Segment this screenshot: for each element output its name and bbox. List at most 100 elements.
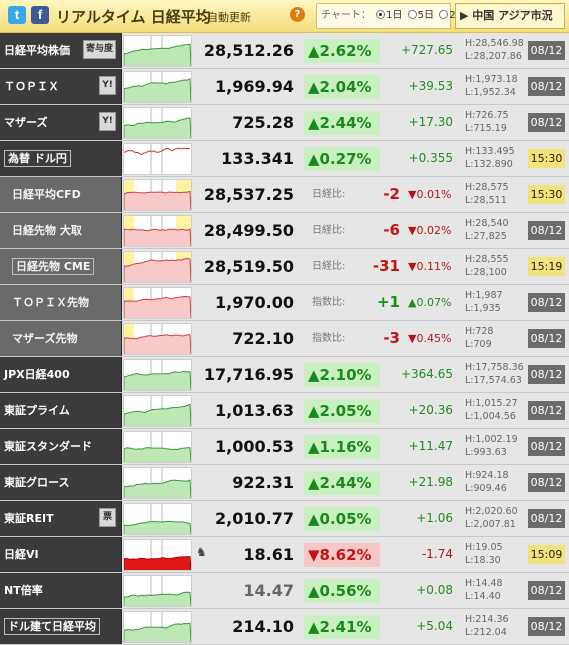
sparkline-area [124, 228, 191, 246]
high-low: H:726.75 L:715.19 [465, 109, 527, 135]
china-asia-market-link[interactable]: ▶ 中国 アジア市況 [455, 3, 565, 29]
table-row[interactable]: 東証プライム 1,013.63 ▲2.05% +20.36 H:1,015.27 L:1,… [0, 393, 569, 429]
instrument-name[interactable]: ＴＯＰＩＸ Y! [0, 69, 122, 104]
high-value: H:728 [465, 326, 494, 337]
radio-selected-icon [376, 10, 386, 19]
table-row[interactable]: 日経平均CFD 28,537.25 日経比: -2 ▼0.01% H:28,575 L:28… [0, 177, 569, 213]
table-row[interactable]: マザーズ先物 722.10 指数比: -3 ▼0.45% H:728 L:709 08/12 [0, 321, 569, 357]
spread-value: +1 [376, 293, 400, 311]
instrument-name[interactable]: マザーズ Y! [0, 105, 122, 140]
table-row[interactable]: JPX日経400 17,716.95 ▲2.10% +364.65 H:17,758.3… [0, 357, 569, 393]
instrument-name[interactable]: 日経平均CFD [0, 177, 122, 212]
spread-percent: ▼0.45% [408, 332, 452, 345]
table-row[interactable]: ＴＯＰＩＸ Y! 1,969.94 ▲2.04% +39.53 H:1,973.18 L:1… [0, 69, 569, 105]
update-time-badge: 08/12 [528, 401, 565, 420]
instrument-name[interactable]: 日経VI [0, 537, 122, 572]
table-row[interactable]: 日経先物 大取 28,499.50 日経比: -6 ▼0.02% H:28,540 L:27… [0, 213, 569, 249]
instrument-name[interactable]: 日経先物 大取 [0, 213, 122, 248]
mini-chart[interactable] [123, 107, 192, 139]
high-value: H:1,973.18 [465, 74, 518, 85]
high-low: H:728 L:709 [465, 325, 527, 351]
percent-change: ▲1.16% [304, 435, 380, 459]
table-row[interactable]: ＴＯＰＩＸ先物 1,970.00 指数比: +1 ▲0.07% H:1,987 L:1,93… [0, 285, 569, 321]
high-low: H:28,575 L:28,511 [465, 181, 527, 207]
instrument-name[interactable]: 東証REIT 票 [0, 501, 122, 536]
chart-range-option-5d[interactable]: 5日 [407, 10, 434, 21]
sparkline-area [124, 479, 191, 498]
spread-value: -3 [383, 329, 400, 347]
table-row[interactable]: マザーズ Y! 725.28 ▲2.44% +17.30 H:726.75 L:715.19… [0, 105, 569, 141]
update-time-badge: 08/12 [528, 329, 565, 348]
sparkline [124, 288, 191, 318]
mini-chart[interactable] [123, 359, 192, 391]
mini-chart[interactable] [123, 71, 192, 103]
mini-chart[interactable] [123, 575, 192, 607]
source-badge[interactable]: Y! [99, 76, 116, 95]
price-value: 1,013.63 [215, 401, 294, 420]
twitter-icon[interactable]: t [8, 6, 26, 24]
high-low: H:19.05 L:18.30 [465, 541, 527, 567]
table-row[interactable]: 日経VI ♞ 18.61 ▼8.62% -1.74 H:19.05 L:18.30 15:09 [0, 537, 569, 573]
instrument-name[interactable]: ＴＯＰＩＸ先物 [0, 285, 122, 320]
low-value: L:18.30 [465, 555, 501, 566]
update-time-badge: 15:30 [528, 185, 565, 204]
mini-chart[interactable] [123, 611, 192, 643]
low-value: L:28,207.86 [465, 51, 522, 62]
mini-chart[interactable] [123, 287, 192, 319]
update-time-badge: 08/12 [528, 77, 565, 96]
instrument-name[interactable]: 日経先物 CME [0, 249, 122, 284]
mini-chart[interactable] [123, 215, 192, 247]
mini-chart[interactable] [123, 467, 192, 499]
source-badge[interactable]: 票 [99, 508, 116, 527]
percent-change: ▲0.05% [304, 507, 380, 531]
mini-chart[interactable] [123, 395, 192, 427]
help-icon[interactable]: ? [290, 7, 305, 22]
low-value: L:1,935 [465, 303, 501, 314]
table-row[interactable]: 日経平均株価 寄与度 28,512.26 ▲2.62% +727.65 H:28,546.… [0, 33, 569, 69]
source-badge[interactable]: Y! [99, 112, 116, 131]
instrument-name[interactable]: 日経平均株価 寄与度 [0, 33, 122, 68]
sparkline-area [124, 591, 191, 606]
instrument-name[interactable]: 為替 ドル円 [0, 141, 122, 176]
mini-chart[interactable] [123, 323, 192, 355]
chart-range-option-1d[interactable]: 1日 [376, 10, 402, 21]
low-value: L:1,004.56 [465, 411, 516, 422]
instrument-name[interactable]: JPX日経400 [0, 357, 122, 392]
instrument-name[interactable]: NT倍率 [0, 573, 122, 608]
instrument-name[interactable]: 東証グロース [0, 465, 122, 500]
instrument-name[interactable]: マザーズ先物 [0, 321, 122, 356]
table-row[interactable]: 東証REIT 票 2,010.77 ▲0.05% +1.06 H:2,020.60 L:2,… [0, 501, 569, 537]
instrument-name[interactable]: 東証プライム [0, 393, 122, 428]
source-badge[interactable]: 寄与度 [82, 40, 116, 59]
price-value: 722.10 [232, 329, 294, 348]
high-low: H:28,540 L:27,825 [465, 217, 527, 243]
price-value: 28,499.50 [203, 221, 294, 240]
mini-chart[interactable] [123, 503, 192, 535]
mini-chart[interactable] [123, 431, 192, 463]
table-row[interactable]: 東証スタンダード 1,000.53 ▲1.16% +11.47 H:1,002.19 L:… [0, 429, 569, 465]
table-row[interactable]: NT倍率 14.47 ▲0.56% +0.08 H:14.48 L:14.40 08/12 [0, 573, 569, 609]
point-change: +20.36 [408, 403, 453, 417]
mini-chart[interactable] [123, 539, 192, 571]
facebook-icon[interactable]: f [31, 6, 49, 24]
mini-chart[interactable] [123, 35, 192, 67]
spread-percent: ▼0.01% [408, 188, 452, 201]
price-value: 1,969.94 [215, 77, 294, 96]
instrument-name[interactable]: ドル建て日経平均 [0, 609, 122, 644]
sparkline [124, 108, 191, 138]
comparison-label: 指数比: [312, 297, 346, 308]
quote-table: 日経平均株価 寄与度 28,512.26 ▲2.62% +727.65 H:28,546.… [0, 33, 569, 645]
table-row[interactable]: 日経先物 CME 28,519.50 日経比: -31 ▼0.11% H:28,555 L:… [0, 249, 569, 285]
spread-percent: ▲0.07% [408, 296, 452, 309]
mini-chart[interactable] [123, 179, 192, 211]
sparkline [124, 36, 191, 66]
sparkline [124, 180, 191, 210]
mini-chart[interactable] [123, 143, 192, 175]
mini-chart[interactable] [123, 251, 192, 283]
high-low: H:214.36 L:212.04 [465, 613, 527, 639]
table-row[interactable]: 為替 ドル円 133.341 ▲0.27% +0.355 H:133.495 L:132.… [0, 141, 569, 177]
table-row[interactable]: 東証グロース 922.31 ▲2.44% +21.98 H:924.18 L:909.46… [0, 465, 569, 501]
update-time-badge: 15:30 [528, 149, 565, 168]
spread-value: -31 [372, 257, 400, 275]
instrument-name[interactable]: 東証スタンダード [0, 429, 122, 464]
